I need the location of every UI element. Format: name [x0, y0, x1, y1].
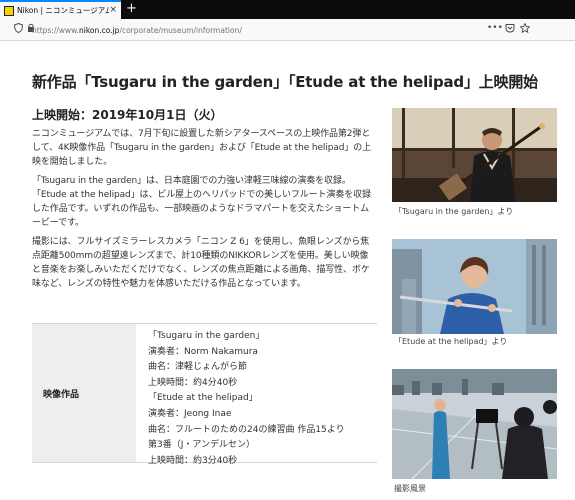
page-actions-menu-icon[interactable]: ••• [487, 23, 503, 33]
close-tab-icon[interactable]: × [109, 5, 117, 15]
credit-line: 曲名：フルートのための24の練習曲 作品15より [148, 424, 345, 435]
nikon-favicon-icon [4, 5, 14, 16]
tab-bar: Nikon | ニコンミュージアム | ニ × + [0, 0, 575, 19]
intro-paragraph: ニコンミュージアムでは、7月下旬に設置した新シアタースペースの上映作品第2弾とし… [32, 129, 372, 167]
flute-player-photo [392, 239, 557, 334]
works-description-paragraph: 「Tsugaru in the garden」は、日本庭園での力強い津軽三味線の… [32, 176, 371, 228]
credit-line: 演奏者：Norm Nakamura [148, 346, 258, 357]
pocket-icon[interactable] [505, 23, 515, 36]
credits-heading: 映像作品 [32, 324, 136, 462]
page-title: 新作品「Tsugaru in the garden」「Etude at the … [32, 73, 538, 91]
credit-line: 第3番（J・アンデルセン） [148, 440, 256, 451]
address-bar[interactable]: https://www.nikon.co.jp/corporate/museum… [10, 22, 530, 38]
photo-caption: 撮影風景 [394, 484, 426, 493]
new-tab-button[interactable]: + [126, 1, 137, 17]
filming-scene-photo [392, 369, 557, 479]
photo-caption: 「Etude at the helipad」より [394, 337, 508, 346]
photo-caption: 「Tsugaru in the garden」より [394, 207, 514, 216]
credit-line: 「Etude at the helipad」 [148, 393, 258, 404]
release-date-heading: 上映開始：2019年10月1日（火） [32, 108, 223, 122]
credit-line: 上映時間：約4分40秒 [148, 377, 238, 388]
credit-line: 曲名：津軽じょんがら節 [148, 362, 248, 373]
url-text[interactable]: https://www.nikon.co.jp/corporate/museum… [32, 26, 242, 35]
credit-line: 演奏者：Jeong Inae [148, 408, 232, 419]
credits-table: 映像作品 「Tsugaru in the garden」 演奏者：Norm Na… [32, 323, 377, 466]
page-content: 新作品「Tsugaru in the garden」「Etude at the … [0, 42, 575, 500]
tab-title: Nikon | ニコンミュージアム | ニ [17, 6, 109, 15]
credits-body: 「Tsugaru in the garden」 演奏者：Norm Nakamur… [136, 324, 377, 466]
shamisen-player-photo [392, 108, 557, 202]
bookmark-star-icon[interactable] [519, 22, 531, 36]
browser-tab[interactable]: Nikon | ニコンミュージアム | ニ × [0, 0, 121, 19]
credit-line: 上映時間：約3分40秒 [148, 455, 238, 466]
navigation-bar: https://www.nikon.co.jp/corporate/museum… [0, 19, 575, 41]
filming-details-paragraph: 撮影には、フルサイズミラーレスカメラ「ニコン Z 6」を使用し、魚眼レンズから焦… [32, 237, 370, 289]
credit-line: 「Tsugaru in the garden」 [148, 331, 265, 341]
